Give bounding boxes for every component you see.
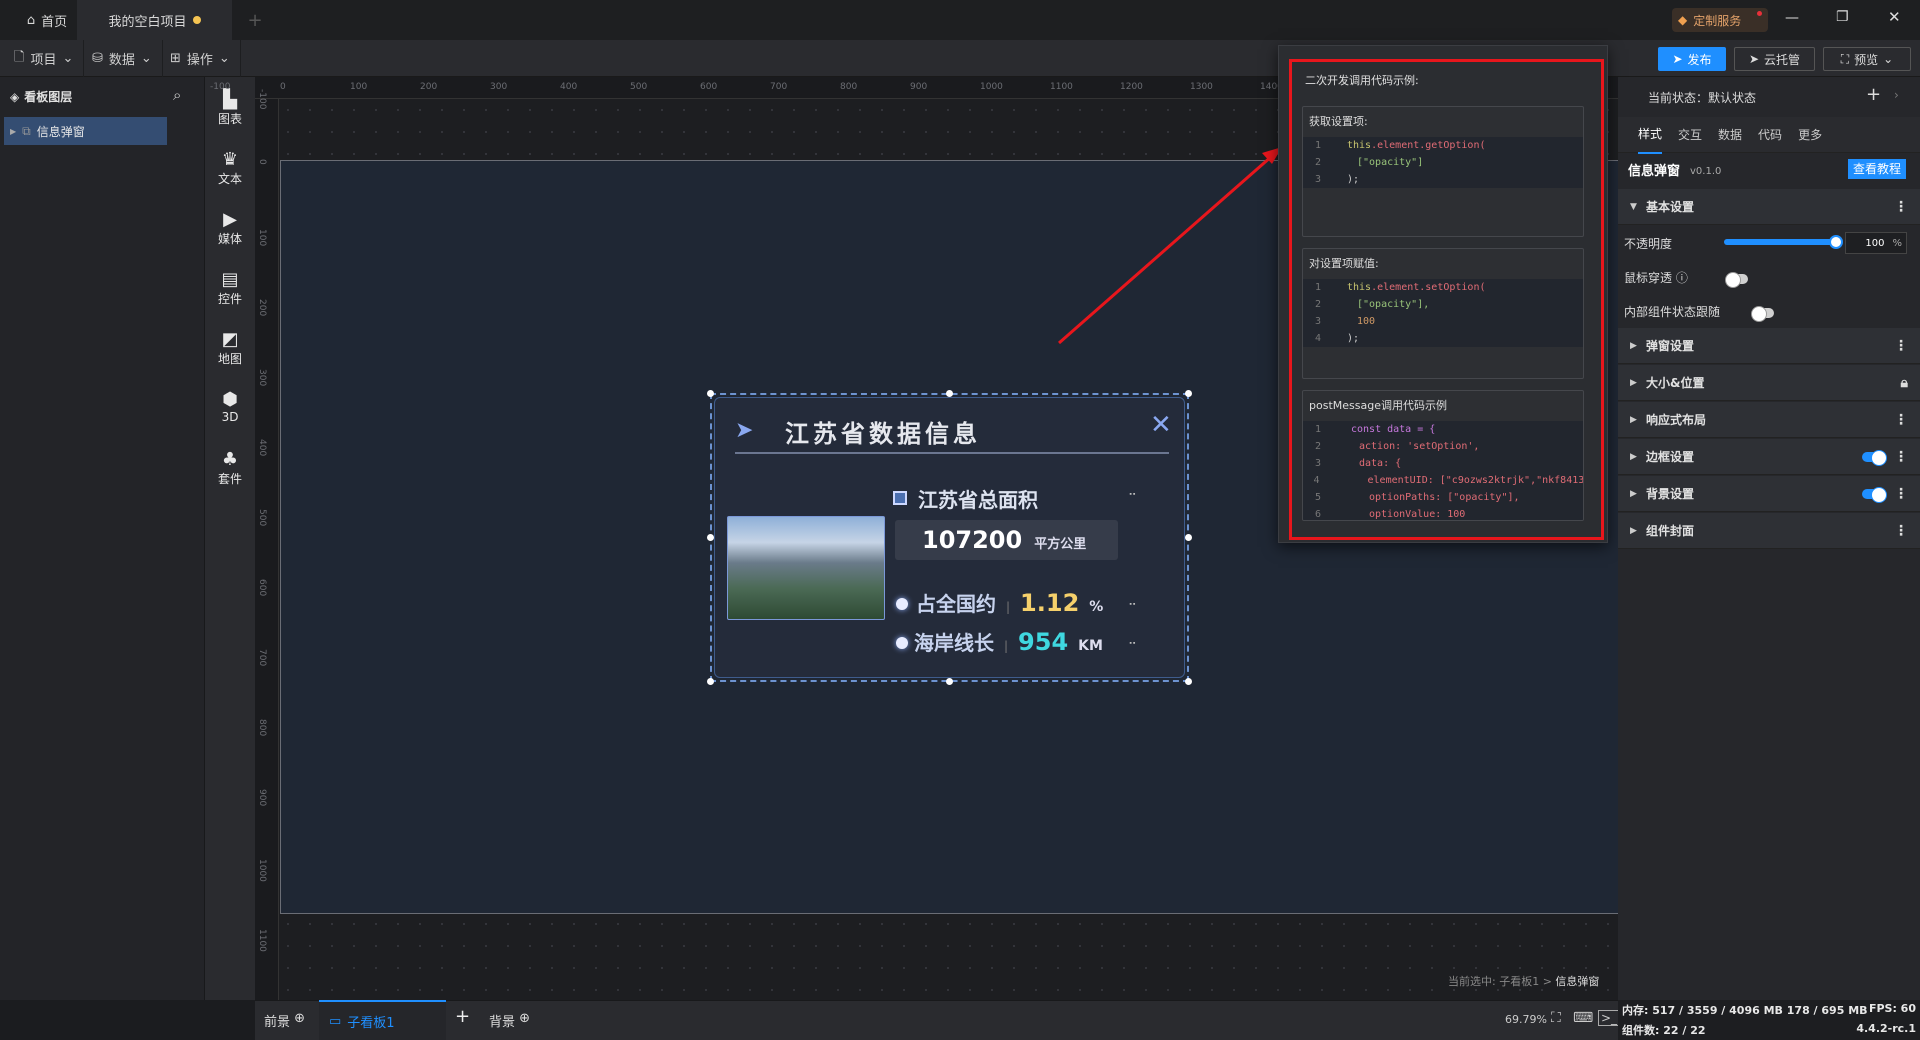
tab-4[interactable]: 更多 — [1798, 116, 1822, 153]
mouse-through-label: 鼠标穿透 ⓘ — [1624, 271, 1688, 285]
property-tabs: 样式 交互 数据 代码 更多 — [1618, 115, 1920, 154]
keyboard-icon[interactable]: ⌨ — [1573, 1010, 1593, 1026]
tab-0[interactable]: 样式 — [1638, 115, 1663, 154]
opacity-slider[interactable] — [1724, 235, 1843, 249]
fit-screen-icon[interactable]: ⛶ — [1551, 1010, 1561, 1026]
caret-right-icon: ▶ — [1630, 451, 1637, 462]
highlight-box — [1289, 59, 1604, 540]
component-count: 组件数: 22 / 22 — [1622, 1024, 1706, 1037]
more-icon[interactable]: ⋮ — [1894, 338, 1908, 354]
section-basic-settings[interactable]: ▼ 基本设置 ⋮ — [1618, 189, 1920, 225]
mouse-through-toggle[interactable] — [1725, 272, 1748, 288]
tab-2[interactable]: 数据 — [1718, 116, 1742, 153]
add-state-button[interactable]: + — [1866, 84, 1881, 105]
tab-foreground[interactable]: 前景 ⊕ — [264, 1011, 305, 1030]
component-version: v0.1.0 — [1690, 166, 1722, 177]
memory-usage: 内存: 517 / 3559 / 4096 MB 178 / 695 MB — [1622, 1004, 1868, 1017]
caret-right-icon: ▶ — [1630, 414, 1637, 425]
chevron-right-icon[interactable]: › — [1894, 88, 1899, 102]
section-3[interactable]: ▶ 边框设置 ⋮ — [1618, 439, 1920, 475]
zoom-level[interactable]: 69.79% — [1505, 1013, 1547, 1026]
inner-state-label: 内部组件状态跟随 — [1624, 305, 1721, 319]
section-toggle[interactable] — [1862, 486, 1887, 503]
opacity-label: 不透明度 — [1624, 237, 1673, 251]
section-4[interactable]: ▶ 背景设置 ⋮ — [1618, 476, 1920, 512]
status-panel: 内存: 517 / 3559 / 4096 MB 178 / 695 MB FP… — [1618, 1000, 1920, 1040]
caret-right-icon: ▶ — [1630, 525, 1637, 536]
tab-background[interactable]: 背景 ⊕ — [489, 1011, 530, 1030]
fps: FPS: 60 — [1868, 1002, 1916, 1015]
help-icon[interactable]: ⓘ — [1676, 271, 1688, 285]
tab-sub-board[interactable]: ▭ 子看板1 — [319, 1000, 446, 1040]
board-icon: ▭ — [329, 1013, 342, 1029]
caret-down-icon: ▼ — [1630, 201, 1637, 212]
caret-right-icon: ▶ — [1630, 377, 1637, 388]
more-icon[interactable]: ⋮ — [1894, 523, 1908, 539]
view-tutorial-button[interactable]: 查看教程 — [1848, 159, 1906, 179]
caret-right-icon: ▶ — [1630, 340, 1637, 351]
more-icon[interactable]: ⋮ — [1894, 486, 1908, 502]
opacity-input[interactable]: 100% — [1845, 232, 1907, 254]
add-circle-icon[interactable]: ⊕ — [519, 1011, 530, 1026]
tab-1[interactable]: 交互 — [1678, 116, 1702, 153]
current-state-label: 当前状态：默认状态 — [1648, 91, 1757, 105]
app-version: 4.4.2-rc.1 — [1856, 1022, 1916, 1035]
more-icon[interactable]: ⋮ — [1894, 449, 1908, 465]
section-1[interactable]: ▶ 大小&位置 🔒︎ — [1618, 365, 1920, 401]
add-board-button[interactable]: + — [455, 1006, 470, 1027]
section-5[interactable]: ▶ 组件封面 ⋮ — [1618, 513, 1920, 549]
selection-breadcrumb: 当前选中: 子看板1 > 信息弹窗 — [1448, 975, 1600, 988]
section-toggle[interactable] — [1862, 449, 1887, 466]
inner-state-toggle[interactable] — [1750, 306, 1774, 322]
more-icon[interactable]: ⋮ — [1894, 199, 1908, 215]
more-icon[interactable]: ⋮ — [1894, 412, 1908, 428]
section-0[interactable]: ▶ 弹窗设置 ⋮ — [1618, 328, 1920, 364]
lock-icon[interactable]: 🔒︎ — [1901, 375, 1908, 391]
section-2[interactable]: ▶ 响应式布局 ⋮ — [1618, 402, 1920, 438]
caret-right-icon: ▶ — [1630, 488, 1637, 499]
terminal-icon[interactable]: >_ — [1598, 1010, 1621, 1026]
add-circle-icon[interactable]: ⊕ — [294, 1011, 305, 1026]
component-name: 信息弹窗 — [1628, 164, 1681, 179]
tab-3[interactable]: 代码 — [1758, 116, 1782, 153]
